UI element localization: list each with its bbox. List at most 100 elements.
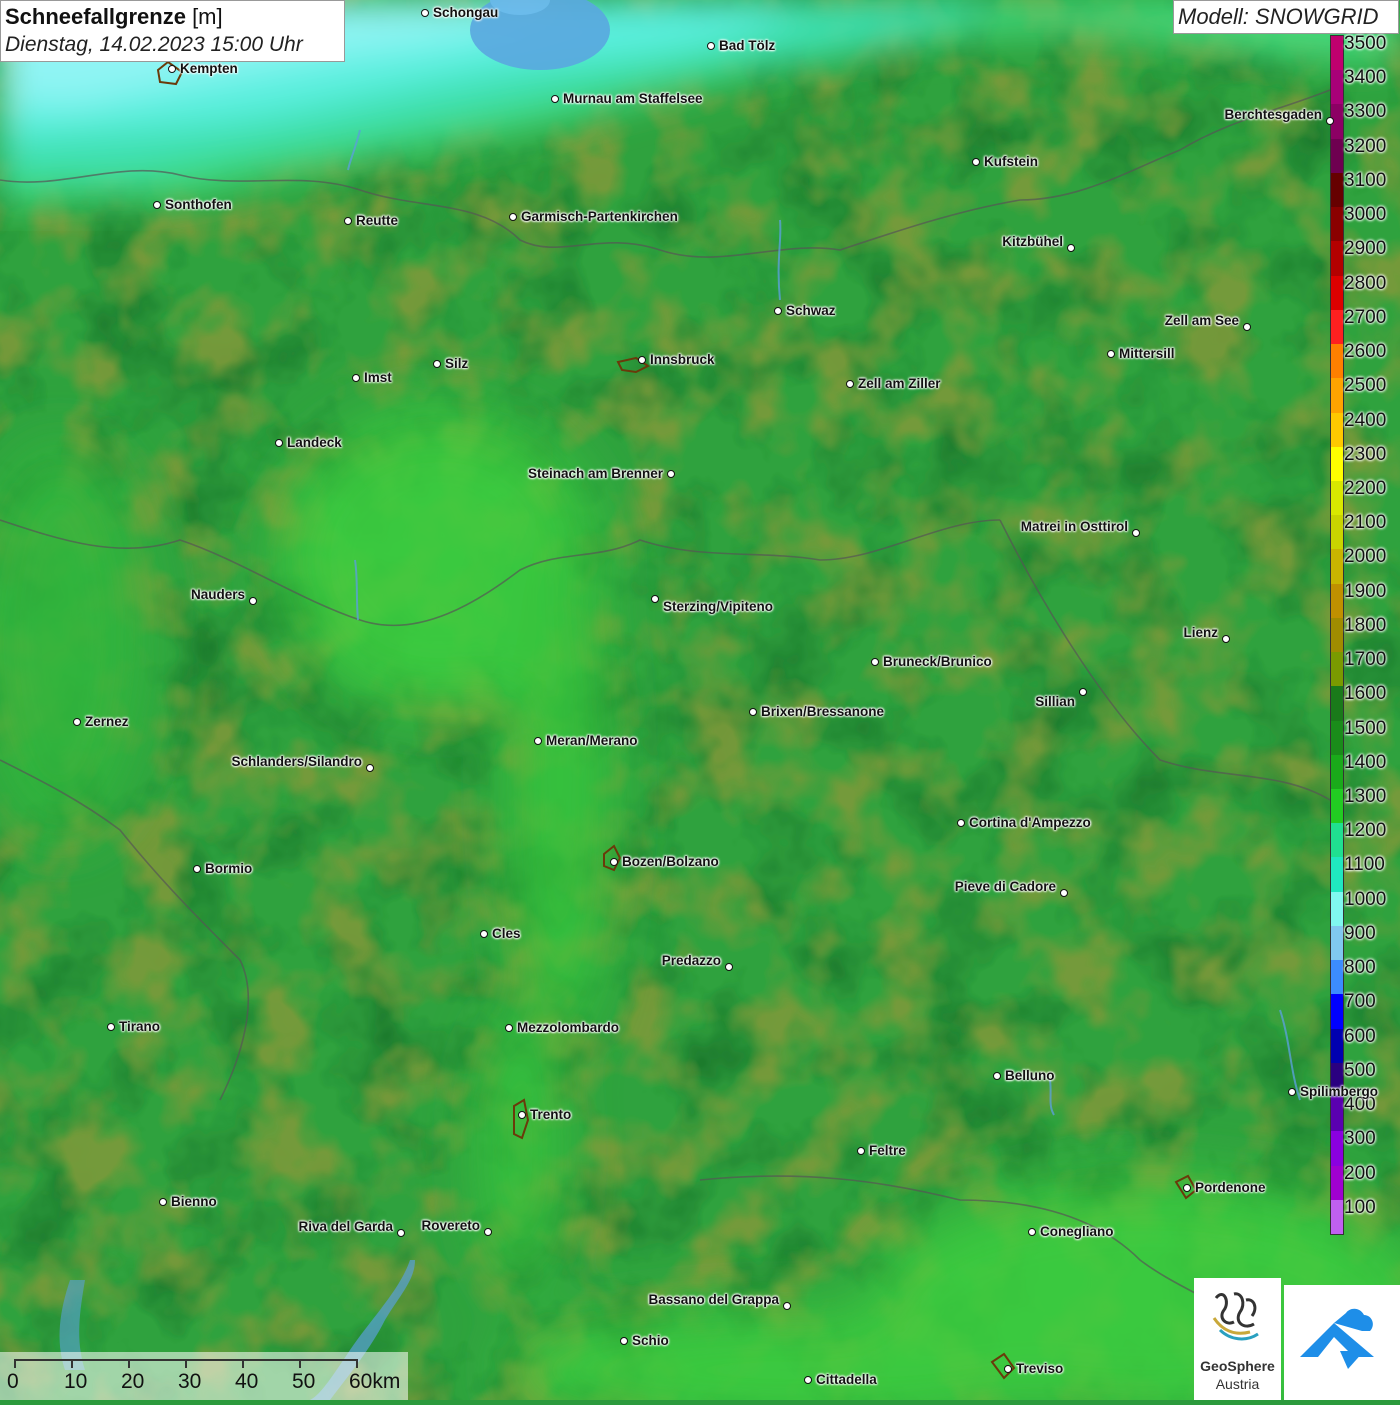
city-marker[interactable] (1183, 1184, 1191, 1192)
scale-tick (71, 1359, 73, 1368)
legend-label: 1600 (1344, 683, 1387, 705)
city-marker[interactable] (1067, 244, 1075, 252)
legend-swatch (1331, 857, 1343, 893)
city-marker[interactable] (1004, 1365, 1012, 1373)
city-label: Bruneck/Brunico (883, 654, 992, 669)
city-label: Belluno (1005, 1068, 1055, 1083)
city-marker[interactable] (249, 597, 257, 605)
city-marker[interactable] (153, 201, 161, 209)
city-label: Cles (492, 926, 521, 941)
city-marker[interactable] (168, 65, 176, 73)
city-marker[interactable] (846, 380, 854, 388)
city-label: Sillian (1035, 694, 1075, 709)
legend-label: 1100 (1344, 854, 1385, 876)
city-marker[interactable] (1060, 889, 1068, 897)
city-marker[interactable] (107, 1023, 115, 1031)
city-label: Schlanders/Silandro (231, 754, 362, 769)
city-marker[interactable] (421, 9, 429, 17)
legend-swatch (1331, 925, 1343, 961)
title-box: Schneefallgrenze [m] Dienstag, 14.02.202… (0, 0, 345, 62)
city-marker[interactable] (957, 819, 965, 827)
city-marker[interactable] (344, 217, 352, 225)
city-marker[interactable] (804, 1376, 812, 1384)
city-marker[interactable] (366, 764, 374, 772)
legend-label: 2800 (1344, 272, 1387, 294)
geosphere-emblem-icon (1212, 1292, 1259, 1341)
legend-label: 1500 (1344, 717, 1387, 739)
city-marker[interactable] (73, 718, 81, 726)
city-marker[interactable] (352, 374, 360, 382)
city-marker[interactable] (480, 930, 488, 938)
model-label: Modell: SNOWGRID (1173, 0, 1399, 34)
city-marker[interactable] (620, 1337, 628, 1345)
legend-swatch (1331, 823, 1343, 858)
city-label: Treviso (1016, 1361, 1064, 1376)
city-label: Riva del Garda (298, 1219, 393, 1234)
city-marker[interactable] (505, 1024, 513, 1032)
legend-swatch (1331, 1131, 1343, 1167)
city-marker[interactable] (725, 963, 733, 971)
legend-label: 800 (1344, 957, 1376, 979)
scale-label: 10 (64, 1370, 88, 1393)
city-marker[interactable] (1132, 529, 1140, 537)
city-marker[interactable] (651, 595, 659, 603)
city-marker[interactable] (783, 1302, 791, 1310)
city-marker[interactable] (667, 470, 675, 478)
city-marker[interactable] (1326, 117, 1334, 125)
app-logo[interactable] (1284, 1285, 1400, 1400)
legend-swatch (1331, 754, 1343, 790)
legend-swatch (1331, 720, 1343, 756)
city-marker[interactable] (749, 708, 757, 716)
city-marker[interactable] (159, 1198, 167, 1206)
city-marker[interactable] (551, 95, 559, 103)
city-label: Matrei in Osttirol (1020, 519, 1128, 534)
legend-swatch (1331, 480, 1343, 516)
city-marker[interactable] (1107, 350, 1115, 358)
legend-label: 1900 (1344, 580, 1387, 602)
legend-label: 1000 (1344, 888, 1387, 910)
city-marker[interactable] (397, 1229, 405, 1237)
city-marker[interactable] (193, 865, 201, 873)
legend-label: 100 (1344, 1196, 1376, 1218)
city-marker[interactable] (509, 213, 517, 221)
legend-label: 2500 (1344, 375, 1387, 397)
city-label: Pordenone (1195, 1180, 1266, 1195)
legend-label: 300 (1344, 1128, 1376, 1150)
city-marker[interactable] (707, 42, 715, 50)
city-marker[interactable] (610, 858, 618, 866)
city-label: Kempten (180, 61, 238, 76)
city-marker[interactable] (484, 1228, 492, 1236)
city-marker[interactable] (871, 658, 879, 666)
city-marker[interactable] (1079, 688, 1087, 696)
city-marker[interactable] (275, 439, 283, 447)
legend-swatch (1331, 241, 1343, 277)
legend-swatch (1331, 1165, 1343, 1201)
scale-tick (14, 1359, 16, 1368)
city-label: Sonthofen (165, 197, 232, 212)
city-marker[interactable] (857, 1147, 865, 1155)
city-marker[interactable] (993, 1072, 1001, 1080)
city-marker[interactable] (1288, 1088, 1296, 1096)
city-marker[interactable] (1028, 1228, 1036, 1236)
legend-label: 2000 (1344, 546, 1387, 568)
city-marker[interactable] (1222, 635, 1230, 643)
scale-label: 20 (121, 1370, 145, 1393)
legend-swatch (1331, 138, 1343, 174)
city-marker[interactable] (534, 737, 542, 745)
geosphere-logo[interactable]: GeoSphere Austria (1194, 1278, 1281, 1400)
city-marker[interactable] (638, 356, 646, 364)
city-marker[interactable] (1243, 323, 1251, 331)
legend-swatch (1331, 583, 1343, 619)
map-title: Schneefallgrenze [m] (5, 4, 223, 29)
city-label: Nauders (190, 587, 245, 602)
legend-swatch (1331, 1028, 1343, 1064)
city-marker[interactable] (972, 158, 980, 166)
scale-label: 60km (349, 1370, 401, 1393)
city-marker[interactable] (433, 360, 441, 368)
city-marker[interactable] (518, 1111, 526, 1119)
city-marker[interactable] (774, 307, 782, 315)
legend-swatch (1331, 36, 1343, 71)
legend-swatch (1331, 789, 1343, 824)
scale-bar: 0 10 20 30 40 50 60km (0, 1352, 408, 1400)
legend-label: 500 (1344, 1059, 1376, 1081)
